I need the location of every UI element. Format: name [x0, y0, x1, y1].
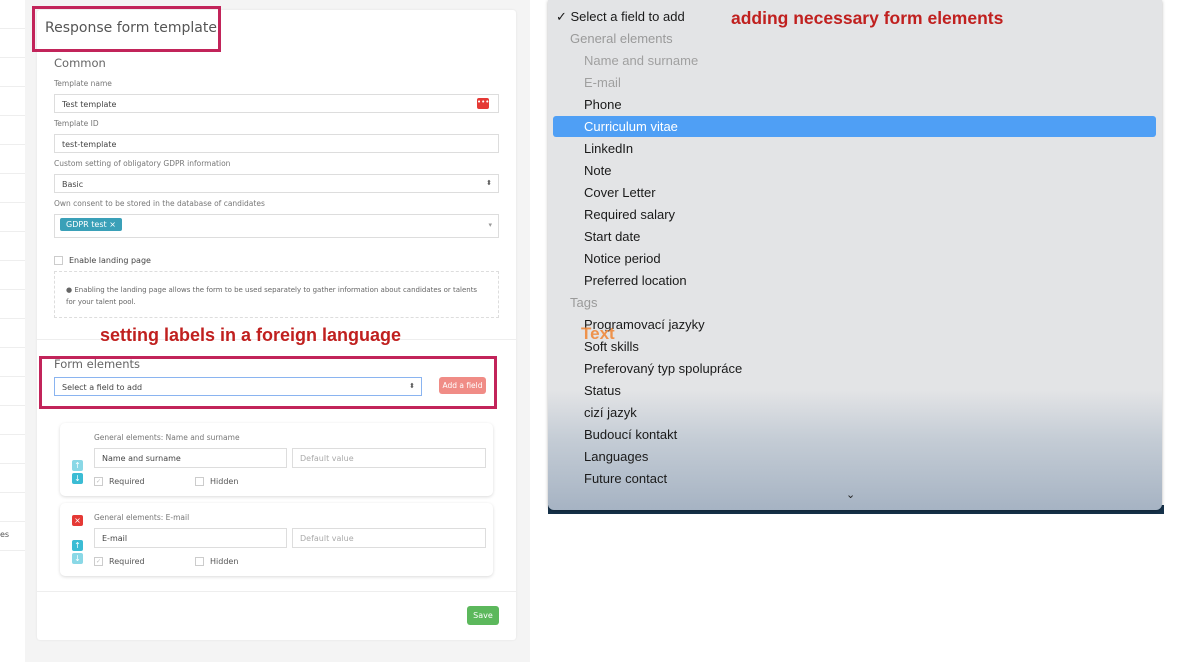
move-up-icon[interactable]: ↑ — [72, 460, 83, 471]
dropdown-option[interactable]: Future contact — [584, 468, 667, 490]
save-button[interactable]: Save — [467, 606, 499, 625]
dropdown-selected-option[interactable]: ✓ Select a field to add — [556, 6, 685, 28]
element-label-input[interactable]: Name and surname — [94, 448, 287, 468]
gdpr-label: Custom setting of obligatory GDPR inform… — [54, 159, 231, 168]
dropdown-option[interactable]: E-mail — [584, 72, 621, 94]
checkbox-icon[interactable]: ✓ — [94, 557, 103, 566]
dropdown-option[interactable]: Phone — [584, 94, 622, 116]
dropdown-option[interactable]: Budoucí kontakt — [584, 424, 677, 446]
common-heading: Common — [54, 56, 106, 70]
move-up-icon[interactable]: ↑ — [72, 540, 83, 551]
required-checkbox[interactable]: ✓ Required — [94, 477, 145, 486]
default-value-input[interactable]: Default value — [292, 448, 486, 468]
checkbox-icon[interactable] — [195, 557, 204, 566]
element-title: General elements: Name and surname — [94, 433, 240, 442]
required-checkbox[interactable]: ✓ Required — [94, 557, 145, 566]
required-label: Required — [109, 477, 145, 486]
template-name-input[interactable]: Test template ••• — [54, 94, 499, 113]
move-down-icon[interactable]: ↓ — [72, 553, 83, 564]
remove-tag-icon[interactable]: × — [109, 220, 116, 229]
template-name-label: Template name — [54, 79, 112, 88]
element-title: General elements: E-mail — [94, 513, 190, 522]
landing-page-checkbox[interactable]: Enable landing page — [54, 256, 151, 265]
checkbox-icon[interactable] — [195, 477, 204, 486]
dropdown-option[interactable]: LinkedIn — [584, 138, 633, 160]
landing-info-box: ● Enabling the landing page allows the f… — [54, 271, 499, 318]
form-element-card: General elements: Name and surname Name … — [60, 423, 493, 496]
gdpr-value: Basic — [62, 180, 84, 189]
default-value-input[interactable]: Default value — [292, 528, 486, 548]
annotation-right: adding necessary form elements — [731, 8, 1004, 28]
sidebar: es — [0, 0, 25, 662]
consent-multiselect[interactable]: GDPR test × ▾ — [54, 214, 499, 238]
dropdown-option[interactable]: Start date — [584, 226, 640, 248]
landing-info-text: Enabling the landing page allows the for… — [66, 286, 478, 306]
hidden-checkbox[interactable]: Hidden — [195, 557, 238, 566]
dropdown-option[interactable]: Curriculum vitae — [584, 116, 678, 138]
remove-icon[interactable]: × — [72, 515, 83, 526]
select-arrows-icon: ⬍ — [486, 179, 492, 187]
form-element-card: General elements: E-mail E-mail Default … — [60, 503, 493, 576]
hidden-label: Hidden — [210, 557, 239, 566]
sidebar-item-fragment[interactable]: es — [0, 522, 25, 551]
field-dropdown-menu: ✓ Select a field to add General elements… — [548, 0, 1162, 510]
scroll-down-icon[interactable]: ⌄ — [846, 488, 855, 501]
chevron-down-icon[interactable]: ▾ — [488, 221, 492, 229]
element-label-input[interactable]: E-mail — [94, 528, 287, 548]
consent-label: Own consent to be stored in the database… — [54, 199, 265, 208]
select-arrows-icon: ⬍ — [409, 382, 415, 390]
template-name-value: Test template — [62, 100, 117, 109]
annotation-overlay-text: Text — [581, 324, 615, 343]
dropdown-group-label: Tags — [570, 295, 598, 310]
landing-page-label: Enable landing page — [69, 256, 151, 265]
info-icon: ● — [66, 286, 73, 294]
dropdown-option[interactable]: Preferred location — [584, 270, 687, 292]
divider — [37, 591, 516, 592]
dropdown-option[interactable]: Notice period — [584, 248, 661, 270]
dropdown-option[interactable]: Preferovaný typ spolupráce — [584, 358, 742, 380]
template-id-input[interactable]: test-template — [54, 134, 499, 153]
consent-tag[interactable]: GDPR test × — [60, 218, 122, 231]
dropdown-option[interactable]: Status — [584, 380, 621, 402]
dropdown-option[interactable]: Languages — [584, 446, 648, 468]
annotation-left: setting labels in a foreign language — [100, 325, 402, 345]
field-select[interactable]: Select a field to add ⬍ — [54, 377, 422, 396]
form-elements-heading: Form elements — [54, 357, 141, 371]
dropdown-option[interactable]: Note — [584, 160, 611, 182]
template-id-label: Template ID — [54, 119, 99, 128]
dropdown-group-label: General elements — [570, 31, 673, 46]
move-down-icon[interactable]: ↓ — [72, 473, 83, 484]
gdpr-select[interactable]: Basic ⬍ — [54, 174, 499, 193]
dropdown-option[interactable]: Cover Letter — [584, 182, 656, 204]
add-field-button[interactable]: Add a field — [439, 377, 486, 394]
checkbox-icon[interactable]: ✓ — [94, 477, 103, 486]
dropdown-option[interactable]: cizí jazyk — [584, 402, 637, 424]
consent-tag-label: GDPR test — [66, 220, 107, 229]
required-label: Required — [109, 557, 145, 566]
dropdown-option[interactable]: Required salary — [584, 204, 675, 226]
hidden-checkbox[interactable]: Hidden — [195, 477, 238, 486]
dropdown-option[interactable]: Name and surname — [584, 50, 698, 72]
hidden-label: Hidden — [210, 477, 239, 486]
more-icon[interactable]: ••• — [477, 98, 489, 109]
field-select-value: Select a field to add — [62, 383, 143, 392]
form-editor-panel: es Response form template Common Templat… — [0, 0, 530, 662]
page-title: Response form template — [45, 20, 217, 36]
checkbox-icon[interactable] — [54, 256, 63, 265]
